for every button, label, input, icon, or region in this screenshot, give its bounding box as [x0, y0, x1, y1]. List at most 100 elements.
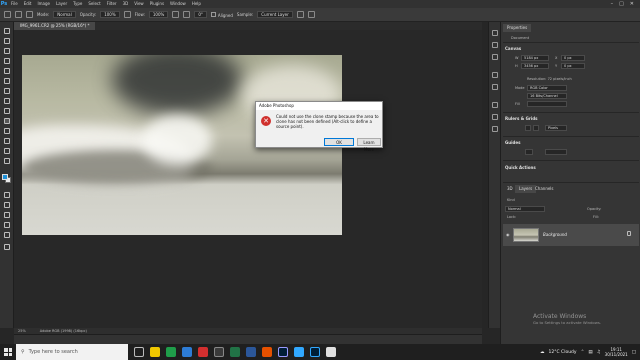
- angle-field[interactable]: 0°: [194, 11, 207, 18]
- hand-tool-icon[interactable]: [4, 222, 10, 228]
- crop-tool-icon[interactable]: [4, 68, 10, 74]
- sample-select[interactable]: Current Layer: [257, 11, 293, 18]
- quick-actions-heading[interactable]: Quick Actions: [505, 165, 536, 170]
- pressure-size-icon[interactable]: [307, 11, 315, 18]
- word-icon[interactable]: [246, 347, 256, 357]
- aligned-checkbox[interactable]: [210, 11, 216, 17]
- foreground-color-swatch[interactable]: [2, 174, 8, 180]
- layer-kind-filter[interactable]: Kind: [507, 198, 515, 202]
- tray-chevron-icon[interactable]: ⌃: [581, 350, 585, 355]
- color-mode-select[interactable]: RGB Color: [527, 85, 567, 91]
- after-effects-icon[interactable]: [278, 347, 288, 357]
- aligned-checkbox-wrap[interactable]: Aligned: [210, 11, 233, 18]
- acrobat-icon[interactable]: [198, 347, 208, 357]
- frame-tool-icon[interactable]: [4, 78, 10, 84]
- healing-brush-tool-icon[interactable]: [4, 98, 10, 104]
- fill-select[interactable]: [527, 101, 567, 107]
- excel-icon[interactable]: [230, 347, 240, 357]
- lock-icon[interactable]: [627, 231, 631, 236]
- visibility-eye-icon[interactable]: ◉: [506, 232, 510, 237]
- menu-select[interactable]: Select: [85, 0, 103, 8]
- width-field[interactable]: 5184 px: [521, 55, 549, 61]
- layer-row-background[interactable]: ◉ Background: [503, 224, 639, 246]
- dodge-tool-icon[interactable]: [4, 158, 10, 164]
- maximize-icon[interactable]: □: [619, 1, 624, 7]
- close-icon[interactable]: ✕: [630, 1, 634, 7]
- brush-preset-icon[interactable]: [26, 11, 33, 18]
- adjustments-panel-icon[interactable]: [492, 102, 498, 108]
- airbrush-icon[interactable]: [172, 11, 180, 18]
- height-field[interactable]: 3456 px: [521, 63, 549, 69]
- menu-window[interactable]: Window: [167, 0, 189, 8]
- weather-text[interactable]: 12°C Cloudy: [549, 350, 577, 355]
- app-icon[interactable]: [214, 347, 224, 357]
- menu-help[interactable]: Help: [189, 0, 204, 8]
- minimize-icon[interactable]: –: [611, 1, 614, 7]
- lightroom-icon[interactable]: [294, 347, 304, 357]
- object-selection-tool-icon[interactable]: [4, 58, 10, 64]
- ignore-adjustment-layers-icon[interactable]: [296, 11, 304, 18]
- more-tools-icon[interactable]: [4, 244, 10, 250]
- edge-icon[interactable]: [182, 347, 192, 357]
- clone-stamp-tool-icon[interactable]: [15, 11, 22, 18]
- move-tool-icon[interactable]: [4, 28, 10, 34]
- guides-toggle[interactable]: [525, 149, 533, 155]
- network-icon[interactable]: ▤: [588, 350, 592, 355]
- zoom-level[interactable]: 25%: [18, 329, 26, 333]
- color-panel-icon[interactable]: [492, 114, 498, 120]
- menu-layer[interactable]: Layer: [53, 0, 70, 8]
- history-panel-icon[interactable]: [492, 30, 498, 36]
- bit-depth-select[interactable]: 16 Bits/Channel: [527, 93, 567, 99]
- path-selection-tool-icon[interactable]: [4, 212, 10, 218]
- type-tool-icon[interactable]: [4, 202, 10, 208]
- character-panel-icon[interactable]: [492, 72, 498, 78]
- ok-button[interactable]: OK: [324, 138, 354, 146]
- pen-tool-icon[interactable]: [4, 192, 10, 198]
- x-field[interactable]: 0 px: [561, 55, 585, 61]
- menu-plugins[interactable]: Plugins: [147, 0, 167, 8]
- menu-image[interactable]: Image: [34, 0, 53, 8]
- learn-more-button[interactable]: Learn More: [357, 138, 381, 152]
- photoshop-taskbar-icon[interactable]: [310, 347, 320, 357]
- blend-mode-select[interactable]: Normal: [505, 206, 545, 212]
- tab-channels[interactable]: Channels: [531, 185, 558, 193]
- zoom-tool-icon[interactable]: [4, 232, 10, 238]
- eyedropper-tool-icon[interactable]: [4, 88, 10, 94]
- pressure-opacity-icon[interactable]: [123, 11, 131, 18]
- marquee-tool-icon[interactable]: [4, 38, 10, 44]
- brush-tool-icon[interactable]: [4, 108, 10, 114]
- history-brush-tool-icon[interactable]: [4, 128, 10, 134]
- mode-select[interactable]: Normal: [53, 11, 76, 18]
- swatches-panel-icon[interactable]: [492, 126, 498, 132]
- notification-icon[interactable]: □: [632, 350, 636, 355]
- grid-toggle[interactable]: [533, 125, 539, 131]
- eraser-tool-icon[interactable]: [4, 138, 10, 144]
- volume-icon[interactable]: ♫: [597, 350, 601, 355]
- start-button[interactable]: [0, 344, 16, 360]
- menu-type[interactable]: Type: [70, 0, 85, 8]
- app-icon-light[interactable]: [326, 347, 336, 357]
- taskbar-search[interactable]: ⚲ Type here to search: [16, 344, 128, 360]
- rulers-toggle[interactable]: [525, 125, 531, 131]
- clone-source-icon[interactable]: [492, 54, 498, 60]
- flow-field[interactable]: 100%: [148, 11, 169, 18]
- document-tab[interactable]: IMG_9961.CR2 @ 25% (RGB/16*) *: [14, 22, 96, 30]
- home-icon[interactable]: [4, 11, 11, 18]
- y-field[interactable]: 0 px: [561, 63, 585, 69]
- brush-settings-icon[interactable]: [492, 42, 498, 48]
- canvas-heading[interactable]: Canvas: [505, 46, 521, 51]
- menu-edit[interactable]: Edit: [21, 0, 35, 8]
- file-explorer-icon[interactable]: [150, 347, 160, 357]
- lasso-tool-icon[interactable]: [4, 48, 10, 54]
- guide-style-select[interactable]: [545, 149, 567, 155]
- menu-3d[interactable]: 3D: [120, 0, 132, 8]
- clone-stamp-tool-icon[interactable]: [4, 118, 10, 124]
- tab-properties[interactable]: Properties: [503, 24, 532, 32]
- menu-view[interactable]: View: [131, 0, 147, 8]
- task-view-icon[interactable]: [134, 347, 144, 357]
- guides-heading[interactable]: Guides: [505, 140, 520, 145]
- units-select[interactable]: Pixels: [545, 125, 567, 131]
- layer-name[interactable]: Background: [543, 232, 567, 237]
- paragraph-panel-icon[interactable]: [492, 84, 498, 90]
- rulers-grids-heading[interactable]: Rulers & Grids: [505, 116, 538, 121]
